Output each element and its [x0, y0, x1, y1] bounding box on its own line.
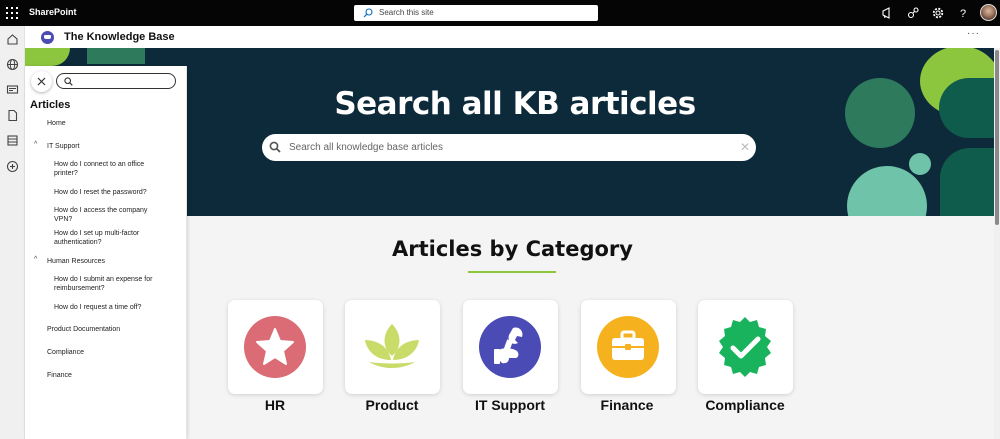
search-icon	[64, 77, 73, 86]
more-options-button[interactable]: ···	[967, 28, 980, 39]
briefcase-icon	[597, 316, 659, 378]
nav-item-compliance[interactable]: Compliance	[47, 348, 84, 357]
articles-nav-panel: Articles Home ^ IT Support How do I conn…	[25, 66, 187, 439]
search-icon	[269, 141, 281, 153]
search-icon	[363, 8, 373, 18]
category-card-finance[interactable]	[581, 300, 676, 394]
nav-item-finance[interactable]: Finance	[47, 371, 72, 380]
check-badge-icon	[719, 317, 771, 377]
list-icon[interactable]	[6, 134, 19, 147]
nav-item-product-documentation[interactable]: Product Documentation	[47, 325, 120, 334]
app-bar	[0, 26, 25, 439]
deco-shape	[909, 153, 931, 175]
nav-item-article[interactable]: How do I set up multi-factor authenticat…	[54, 229, 166, 247]
deco-shape	[940, 148, 994, 216]
home-icon[interactable]	[6, 33, 19, 46]
nav-item-article[interactable]: How do I access the company VPN?	[54, 206, 166, 224]
kb-search-placeholder: Search all knowledge base articles	[289, 142, 443, 153]
heading-underline	[468, 271, 556, 273]
help-icon[interactable]: ?	[956, 6, 970, 20]
nav-item-article[interactable]: How do I reset the password?	[54, 188, 166, 197]
nav-item-home[interactable]: Home	[47, 119, 66, 128]
category-card-it-support[interactable]	[463, 300, 558, 394]
chevron-up-icon[interactable]: ^	[34, 256, 37, 263]
app-launcher-icon[interactable]	[6, 7, 18, 19]
suite-bar: SharePoint Search this site ?	[0, 0, 1000, 26]
gear-icon[interactable]	[931, 6, 945, 20]
add-circle-icon[interactable]	[6, 160, 19, 173]
category-card-hr[interactable]	[228, 300, 323, 394]
file-icon[interactable]	[6, 109, 19, 122]
wrench-hand-icon	[479, 316, 541, 378]
site-title[interactable]: The Knowledge Base	[64, 31, 175, 43]
avatar[interactable]	[980, 4, 997, 21]
site-logo-icon[interactable]	[41, 31, 54, 44]
category-card-product[interactable]	[345, 300, 440, 394]
nav-search-input[interactable]	[56, 73, 176, 89]
megaphone-icon[interactable]	[881, 6, 895, 20]
brand-name[interactable]: SharePoint	[29, 7, 77, 17]
chevron-up-icon[interactable]: ^	[34, 141, 37, 148]
close-panel-button[interactable]	[31, 71, 52, 92]
globe-icon[interactable]	[6, 58, 19, 71]
svg-text:?: ?	[960, 8, 966, 20]
leaves-icon	[365, 324, 419, 368]
kb-search-box[interactable]: Search all knowledge base articles ✕	[262, 134, 756, 161]
star-icon	[244, 316, 306, 378]
nav-item-it-support[interactable]: IT Support	[47, 142, 80, 151]
site-search-placeholder: Search this site	[379, 8, 434, 17]
nav-item-article[interactable]: How do I request a time off?	[54, 303, 166, 312]
nav-item-article[interactable]: How do I submit an expense for reimburse…	[54, 275, 166, 293]
category-label-compliance[interactable]: Compliance	[675, 397, 815, 413]
nav-item-human-resources[interactable]: Human Resources	[47, 257, 105, 266]
deco-shape	[25, 48, 70, 66]
connections-icon[interactable]	[906, 6, 920, 20]
category-card-compliance[interactable]	[698, 300, 793, 394]
site-search-box[interactable]: Search this site	[354, 5, 598, 21]
news-icon[interactable]	[6, 83, 19, 96]
page-scrollbar-thumb[interactable]	[995, 50, 999, 225]
nav-item-article[interactable]: How do I connect to an office printer?	[54, 160, 166, 178]
deco-shape	[87, 48, 145, 64]
close-icon	[37, 77, 46, 86]
nav-heading: Articles	[30, 99, 71, 111]
site-header: The Knowledge Base ···	[25, 26, 1000, 48]
clear-search-button[interactable]: ✕	[740, 140, 750, 154]
